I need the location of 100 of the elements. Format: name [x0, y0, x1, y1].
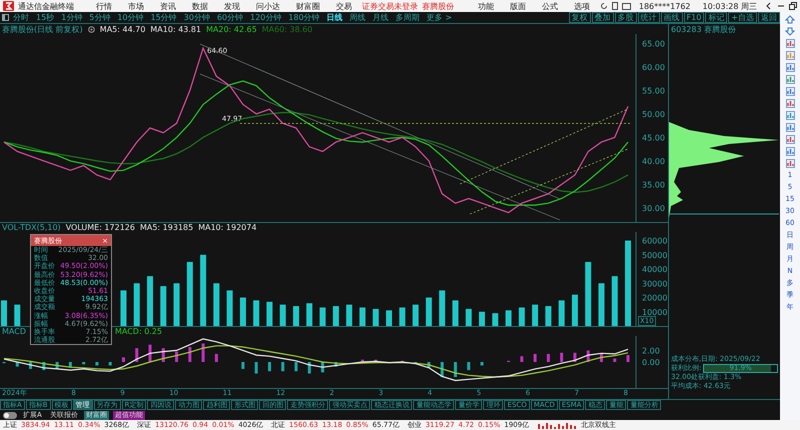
macd-histogram-bar: [427, 362, 430, 368]
panel-toggle-icon[interactable]: [2, 14, 9, 21]
tool-menu-item[interactable]: 版面: [510, 0, 526, 12]
period-tab[interactable]: 30分钟: [180, 12, 213, 23]
chart-tool-icon[interactable]: [786, 51, 794, 60]
volume-bar: [320, 307, 326, 326]
period-tab[interactable]: 周线: [346, 12, 369, 23]
down-arrow-icon[interactable]: [785, 27, 795, 36]
period-tab[interactable]: 更多 >: [424, 12, 455, 23]
restore-icon[interactable]: [789, 2, 797, 10]
macd-histogram-bar: [586, 350, 590, 362]
period-tab[interactable]: 15分钟: [148, 12, 180, 23]
tool-menu-item[interactable]: 功能: [478, 0, 494, 12]
chart-toolbar-button[interactable]: 返回: [758, 12, 780, 23]
menu-item[interactable]: 财富圈: [296, 0, 320, 12]
chart-tool-icon[interactable]: [786, 99, 794, 108]
axis-tick-label: 2.00: [642, 346, 660, 356]
stock-name-link[interactable]: 赛腾股份: [422, 0, 454, 12]
macd-histogram-bar: [29, 362, 32, 369]
volume-bar: [612, 276, 618, 326]
period-tab[interactable]: 10分钟: [114, 12, 147, 23]
chart-toolbar-button[interactable]: 画线: [660, 12, 683, 23]
macd-histogram-bar: [546, 354, 550, 362]
macd-histogram-bar: [56, 362, 59, 369]
toggle-switch[interactable]: [3, 412, 17, 418]
volume-bar: [478, 312, 485, 326]
macd-histogram-bar: [162, 348, 165, 362]
phone-icon[interactable]: [612, 2, 618, 10]
macd-histogram-bar: [440, 362, 444, 378]
volume-bar: [280, 304, 286, 326]
macd-histogram-bar: [188, 346, 192, 362]
settings-icon[interactable]: [88, 26, 95, 32]
chart-tool-icon[interactable]: [786, 159, 794, 168]
chart-toolbar-button[interactable]: F10: [684, 12, 704, 23]
axis-tick-label: 35.00: [642, 180, 665, 190]
macd-histogram-bar: [241, 362, 244, 369]
period-tab[interactable]: 60分钟: [214, 12, 246, 23]
chart-tool-icon[interactable]: [786, 111, 794, 120]
volume-bar: [439, 290, 446, 326]
period-tab[interactable]: 分时: [10, 12, 32, 23]
macd-histogram-bar: [254, 362, 258, 374]
volume-bar: [346, 304, 352, 326]
menu-item[interactable]: 问小达: [256, 0, 280, 12]
macd-histogram-bar: [148, 344, 152, 362]
up-arrow-icon[interactable]: [785, 15, 795, 24]
chart-tool-icon[interactable]: [786, 39, 794, 48]
chart-toolbar-button[interactable]: +自选: [728, 12, 757, 23]
volume-bar: [14, 304, 20, 326]
menu-item[interactable]: 交易: [336, 0, 352, 12]
chart-tool-icon[interactable]: [786, 123, 794, 132]
macd-histogram-bar: [480, 362, 484, 366]
moving-average-value: MA60: 38.60: [262, 24, 313, 34]
period-tab[interactable]: 月线: [370, 12, 392, 23]
macd-histogram-bar: [467, 362, 470, 370]
chart-title: VOL-TDX(5,10): [2, 223, 61, 232]
tool-menu-item[interactable]: 公式: [542, 0, 558, 12]
axis-tick-label: 30000: [642, 279, 668, 288]
chart-tool-icon[interactable]: [786, 135, 794, 144]
volume-bar: [572, 294, 578, 326]
period-tab[interactable]: 日线: [324, 12, 346, 23]
trade-login-notice[interactable]: 证券交易未登录: [362, 0, 418, 12]
period-tab[interactable]: 120分钟: [247, 12, 284, 23]
macd-histogram-bar: [214, 354, 218, 362]
period-tab[interactable]: 多周期: [392, 12, 423, 23]
clock: 10:03:28 周三: [702, 0, 757, 12]
period-tab[interactable]: 180分钟: [285, 12, 323, 23]
chart-tool-icon[interactable]: [786, 147, 794, 156]
chart-toolbar-button[interactable]: 标记: [705, 12, 728, 23]
volume-bar: [386, 310, 392, 326]
message-icon[interactable]: [622, 2, 631, 10]
macd-histogram-bar: [600, 354, 603, 362]
menu-item[interactable]: 数据: [192, 0, 208, 12]
volume-bar: [532, 304, 538, 326]
account-number[interactable]: 186****1762: [638, 2, 691, 10]
chart-toolbar-button[interactable]: 统计: [638, 12, 660, 23]
volume-bar: [186, 262, 193, 326]
menu-item[interactable]: 市场: [128, 0, 144, 12]
volume-bar: [412, 304, 419, 326]
chart-toolbar-button[interactable]: 复权: [568, 12, 591, 23]
menu-item[interactable]: 发现: [224, 0, 240, 12]
axis-tick-label: 60000: [642, 236, 668, 246]
chart-tool-icon[interactable]: [786, 75, 794, 84]
macd-histogram-bar: [175, 352, 178, 362]
menu-item[interactable]: 行情: [96, 0, 112, 12]
refresh-icon[interactable]: [600, 2, 608, 10]
tool-menu-item[interactable]: 选项: [574, 0, 590, 12]
chart-tool-icon[interactable]: [786, 63, 794, 72]
stock-code-name: 603283 赛腾股份: [670, 24, 738, 34]
period-tab[interactable]: 5分钟: [86, 12, 114, 23]
period-tab[interactable]: 15秒: [33, 12, 58, 23]
menu-item[interactable]: 资讯: [160, 0, 176, 12]
chart-toolbar-button[interactable]: 多股: [614, 12, 637, 23]
axis-tick-label: 65.00: [642, 39, 665, 48]
period-tab[interactable]: 1分钟: [58, 12, 86, 23]
macd-histogram-bar: [122, 357, 125, 362]
chart-toolbar-button[interactable]: 叠加: [592, 12, 614, 23]
axis-tick-label: 40000: [642, 265, 668, 274]
chart-tool-icon[interactable]: [786, 87, 794, 96]
back-icon[interactable]: [765, 2, 773, 10]
volume-bar: [506, 310, 512, 326]
